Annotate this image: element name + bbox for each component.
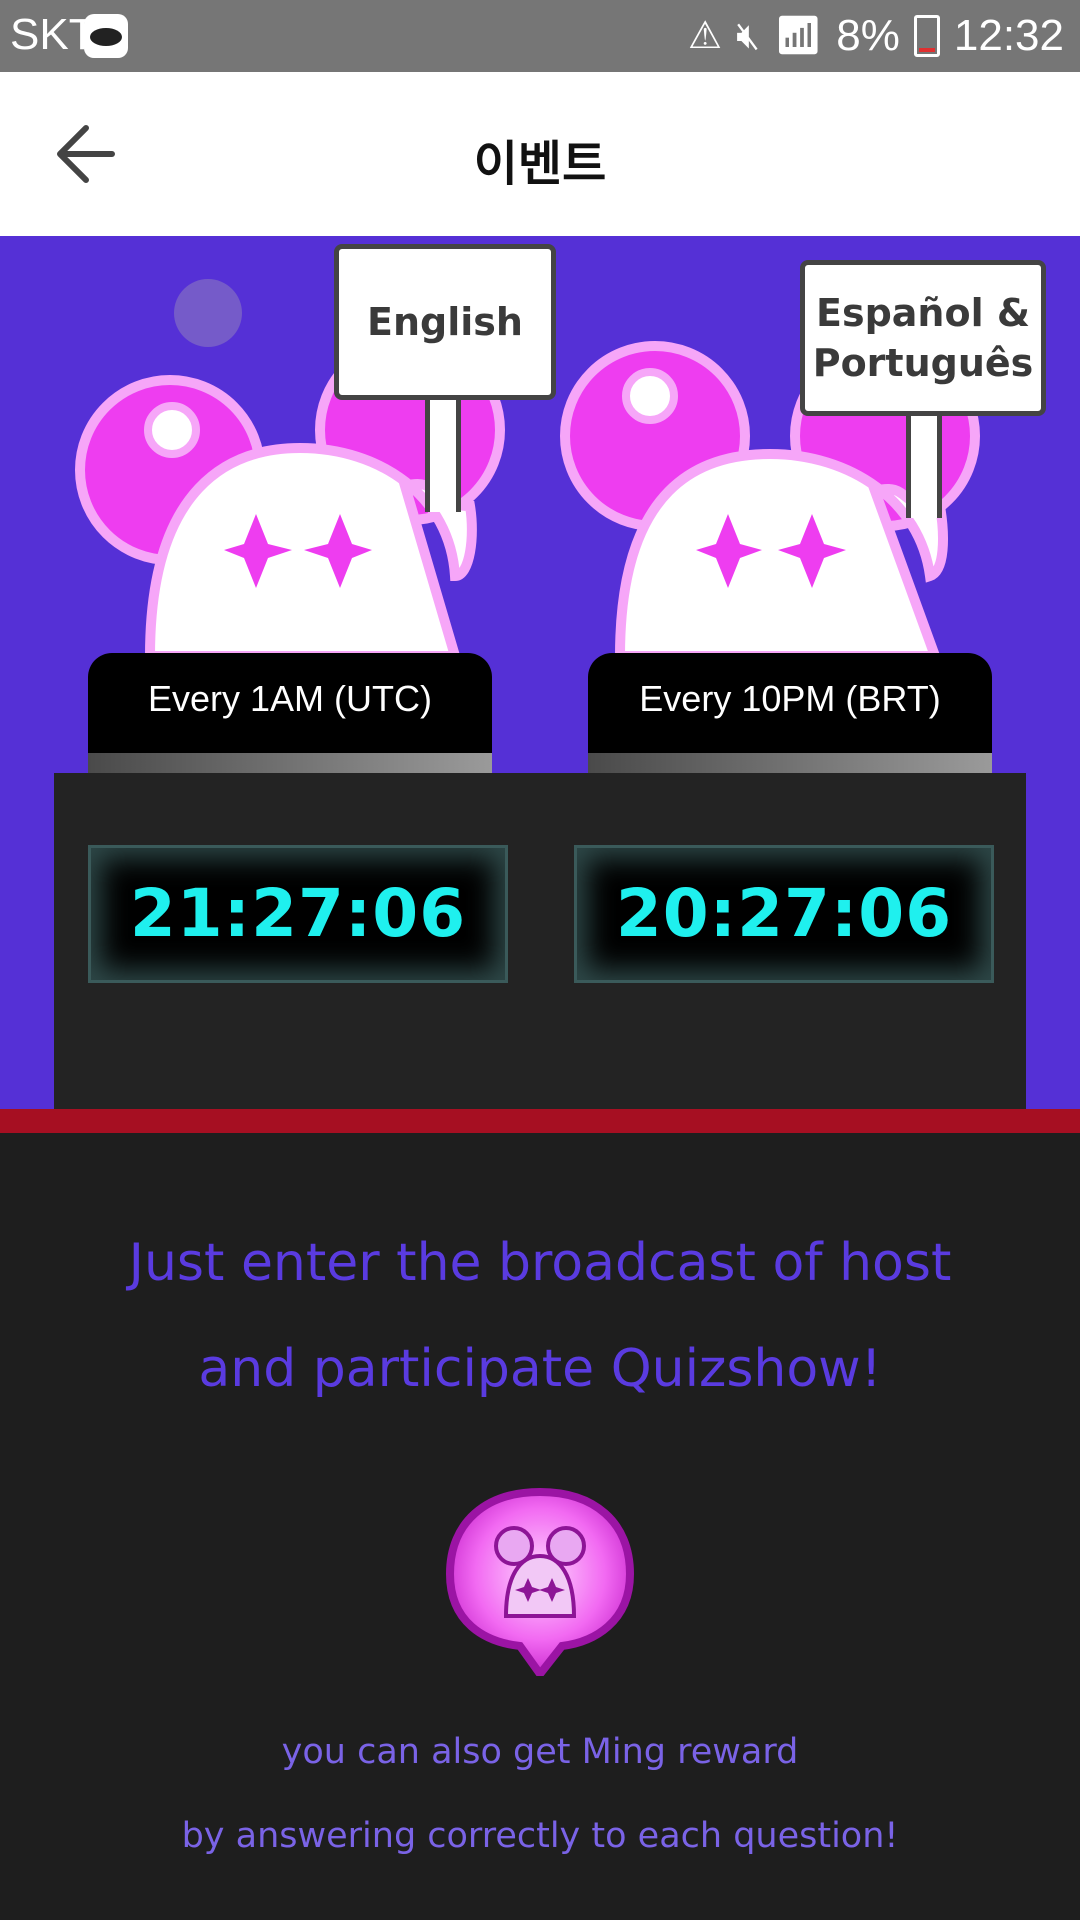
page-title: 이벤트 [473,136,607,192]
schedule-panel-strip [588,753,992,775]
sign-english-label: English [367,300,523,344]
reward-line2: by answering correctly to each question! [181,1816,899,1856]
mute-icon: 🔇︎ [736,15,761,57]
clock: 12:32 [953,11,1064,60]
status-icons: ⚠ 🔇︎ 📶︎ 8% 12:32 [688,10,1064,62]
schedule-brt-label: Every 10PM (BRT) [639,678,941,719]
sign-english: English [334,244,556,400]
divider-line [0,1109,1080,1133]
sign-spanish-portuguese: Español & Português [800,260,1046,416]
schedule-panel-utc: Every 1AM (UTC) [88,653,492,775]
schedule-panel-strip [88,753,492,775]
countdown-english: 21:27:06 [88,845,508,983]
battery-icon [913,15,940,57]
schedule-panel-brt: Every 10PM (BRT) [588,653,992,775]
sign-pole-right [906,408,942,518]
wifi-icon: 📶︎ [774,15,823,57]
sign-spanish-line2: Português [812,341,1034,385]
ming-reward-icon [445,1487,635,1676]
battery-percent: 8% [836,11,900,60]
headline-line2: and participate Quizshow! [198,1339,882,1399]
headline: Just enter the broadcast of host and par… [0,1210,1080,1422]
countdown-spanish-portuguese: 20:27:06 [574,845,994,983]
sign-spanish-line1: Español & [816,291,1030,335]
alert-triangle-icon: ⚠ [688,15,723,57]
reward-line1: you can also get Ming reward [281,1732,799,1772]
sign-pole-left [425,392,461,512]
app-bar: 이벤트 [0,72,1080,236]
status-bar: SKT ⚠ 🔇︎ 📶︎ 8% 12:32 [0,0,1080,72]
carrier-label: SKT [10,10,96,59]
headline-line1: Just enter the broadcast of host [128,1233,952,1293]
reward-description: you can also get Ming reward by answerin… [0,1710,1080,1878]
notification-app-icon [84,14,128,58]
schedule-utc-label: Every 1AM (UTC) [147,678,432,719]
